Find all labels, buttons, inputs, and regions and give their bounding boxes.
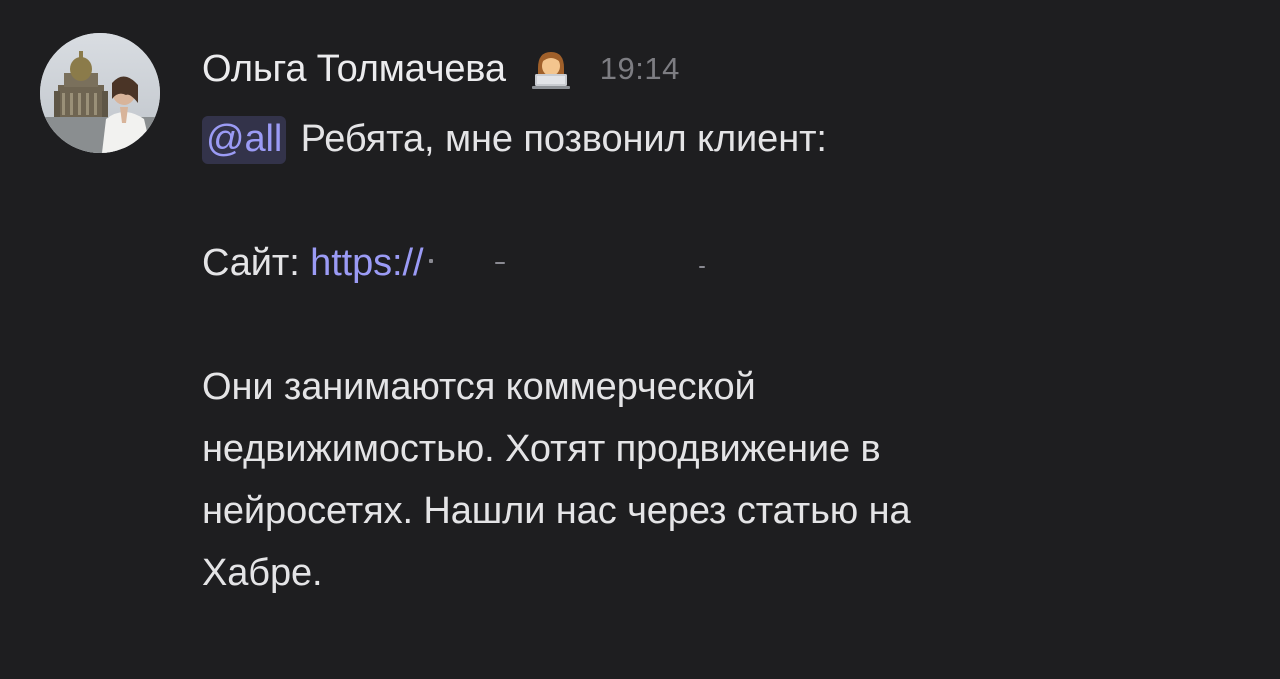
intro-line: @all Ребята, мне позвонил клиент: bbox=[202, 108, 1242, 170]
avatar[interactable] bbox=[40, 33, 160, 153]
redacted-url bbox=[423, 258, 713, 269]
paragraph-line: Они занимаются коммерческой bbox=[202, 366, 756, 408]
mention-all[interactable]: @all bbox=[202, 116, 287, 164]
avatar-photo bbox=[40, 33, 160, 153]
woman-technologist-icon bbox=[528, 46, 574, 92]
paragraph-line: Хабре. bbox=[202, 552, 323, 594]
paragraph-line: недвижимостью. Хотят продвижение в bbox=[202, 428, 881, 470]
site-link[interactable]: https:// bbox=[310, 242, 423, 284]
site-label: Сайт: bbox=[202, 242, 311, 284]
message-timestamp: 19:14 bbox=[599, 51, 680, 86]
message-header: Ольга Толмачева 19:14 bbox=[202, 44, 680, 94]
author-name[interactable]: Ольга Толмачева bbox=[202, 48, 506, 91]
chat-message: Ольга Толмачева 19:14 @all Ребята, мне п… bbox=[0, 0, 1280, 679]
site-line: Сайт: https:// bbox=[202, 232, 1242, 294]
paragraph-line: нейросетях. Нашли нас через статью на bbox=[202, 490, 911, 532]
message-body: @all Ребята, мне позвонил клиент: Сайт: … bbox=[202, 108, 1242, 604]
intro-text: Ребята, мне позвонил клиент: bbox=[290, 118, 827, 160]
